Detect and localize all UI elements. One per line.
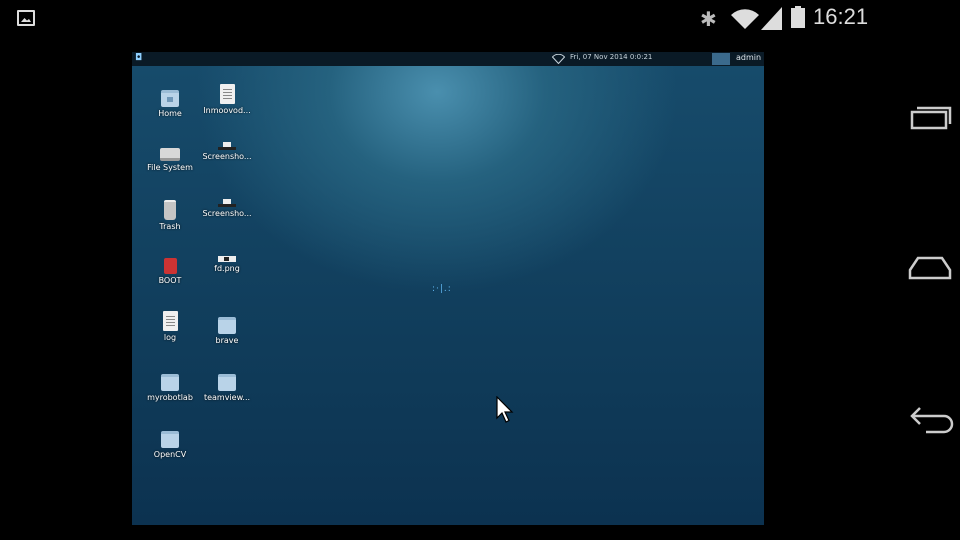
desktop-icon-screenshot-1[interactable]: Screensho... [194, 134, 260, 184]
status-time: 16:21 [813, 4, 869, 29]
mouse-cursor-icon [496, 396, 514, 423]
back-button[interactable] [900, 388, 960, 448]
network-icon[interactable] [552, 54, 565, 64]
remote-desktop[interactable]: ◘ Fri, 07 Nov 2014 0:0:21 admin Home Fil… [132, 52, 764, 525]
trash-icon [164, 200, 176, 220]
loading-indicator: :·|.: [432, 284, 452, 294]
recent-apps-icon [910, 106, 952, 130]
icon-label: Screensho... [202, 209, 252, 218]
bluetooth-icon: ✱ [700, 7, 717, 31]
panel-user[interactable]: admin [736, 53, 761, 62]
android-nav-bar [900, 60, 960, 480]
status-icons: ✱ 16:21 [700, 0, 960, 38]
xfce-menu-icon[interactable]: ◘ [135, 53, 145, 63]
recent-apps-button[interactable] [900, 92, 960, 152]
signal-icon [761, 7, 782, 30]
icon-label: teamview... [203, 393, 251, 402]
icon-label: Inmoovod... [203, 106, 251, 115]
home-folder-icon [161, 90, 179, 107]
image-notification-icon [17, 10, 35, 26]
image-file-icon [218, 256, 236, 262]
android-status-bar: ✱ 16:21 [0, 0, 960, 38]
sd-card-icon [163, 258, 177, 274]
desktop-icon-inmoovod[interactable]: Inmoovod... [194, 84, 260, 134]
icon-label: fd.png [214, 264, 240, 273]
back-icon [910, 407, 954, 434]
icon-label: brave [215, 336, 239, 345]
folder-icon [161, 431, 179, 448]
folder-icon [218, 317, 236, 334]
desktop-icon-teamviewer[interactable]: teamview... [194, 368, 260, 418]
workspace-switcher[interactable] [712, 53, 730, 65]
desktop-icon-brave[interactable]: brave [194, 311, 260, 361]
wifi-icon [731, 9, 759, 30]
folder-icon [161, 374, 179, 391]
text-file-icon [219, 84, 235, 104]
icon-label: OpenCV [153, 450, 187, 459]
image-file-icon [218, 142, 236, 150]
desktop-icon-opencv[interactable]: OpenCV [137, 425, 203, 475]
icon-label: Screensho... [202, 152, 252, 161]
desktop-icon-screenshot-2[interactable]: Screensho... [194, 191, 260, 241]
folder-icon [218, 374, 236, 391]
battery-icon [791, 6, 805, 28]
home-button[interactable] [900, 240, 960, 300]
home-icon [908, 256, 952, 280]
text-file-icon [162, 311, 178, 331]
drive-icon [160, 148, 180, 161]
panel-clock[interactable]: Fri, 07 Nov 2014 0:0:21 [570, 53, 652, 61]
xfce-panel: ◘ Fri, 07 Nov 2014 0:0:21 admin [132, 52, 764, 66]
desktop-icon-fd-png[interactable]: fd.png [194, 248, 260, 298]
image-file-icon [218, 199, 236, 207]
